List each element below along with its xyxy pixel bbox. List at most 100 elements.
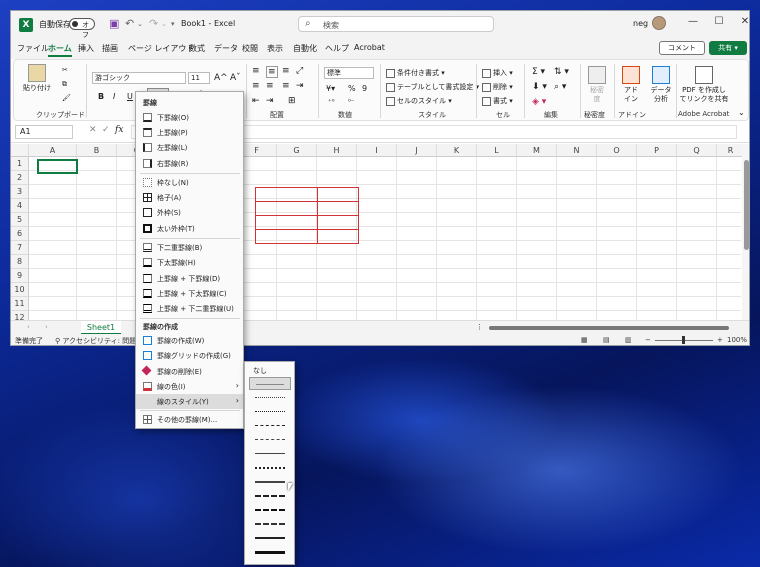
row-header[interactable]: 11 [11, 297, 29, 311]
menu-item-top-thick-bottom-border[interactable]: 上罫線 + 下太罫線(C) [136, 286, 243, 301]
align-right-icon[interactable]: ≡ [282, 81, 290, 91]
line-style-dash-dot[interactable] [249, 419, 291, 432]
menu-item-left-border[interactable]: 左罫線(L) [136, 140, 243, 155]
sort-filter-icon[interactable]: ⇅ ▾ [554, 67, 569, 77]
increase-indent-icon[interactable]: ⇥ [266, 96, 274, 106]
delete-cells-button[interactable]: 削除 ▾ [482, 82, 513, 92]
increase-decimal-icon[interactable]: ⁺⁰ [328, 98, 335, 106]
align-center-icon[interactable]: ≡ [266, 81, 274, 91]
redo-icon[interactable]: ↷ [149, 17, 158, 30]
font-name-select[interactable]: 游ゴシック [92, 72, 186, 84]
orientation-icon[interactable]: ⤢ [296, 66, 303, 76]
scroll-thumb[interactable] [489, 326, 729, 330]
line-style-thin[interactable] [249, 447, 291, 460]
name-box[interactable]: A1 [15, 125, 73, 139]
autosum-icon[interactable]: Σ ▾ [532, 67, 545, 77]
column-header[interactable]: L [477, 144, 517, 157]
align-left-icon[interactable]: ≡ [252, 81, 260, 91]
line-style-none[interactable]: なし [253, 366, 267, 376]
comment-button[interactable]: コメント [659, 41, 705, 55]
tab-acrobat[interactable]: Acrobat [354, 43, 385, 52]
menu-item-more-borders[interactable]: その他の罫線(M)... [136, 412, 243, 427]
line-style-medium-dashed[interactable] [249, 503, 291, 516]
clear-icon[interactable]: ◈ ▾ [532, 97, 546, 107]
tab-view[interactable]: 表示 [267, 43, 283, 54]
enter-icon[interactable]: ✓ [102, 125, 110, 135]
menu-item-line-style[interactable]: 線のスタイル(Y) › [136, 394, 243, 409]
minimize-icon[interactable]: — [683, 16, 703, 27]
tab-review[interactable]: 校閲 [242, 43, 258, 54]
row-header[interactable]: 8 [11, 255, 29, 269]
row-header[interactable]: 2 [11, 171, 29, 185]
menu-item-outside-borders[interactable]: 外枠(S) [136, 205, 243, 220]
decrease-decimal-icon[interactable]: ⁰⁻ [348, 98, 355, 106]
tab-formulas[interactable]: 数式 [189, 43, 205, 54]
row-header[interactable]: 3 [11, 185, 29, 199]
menu-item-erase-border[interactable]: 罫線の削除(E) [136, 364, 243, 379]
prev-sheet-icon[interactable]: ‹ [27, 323, 30, 331]
horizontal-scrollbar[interactable] [481, 324, 743, 332]
close-icon[interactable]: ✕ [735, 16, 749, 27]
menu-item-thick-bottom-border[interactable]: 下太罫線(H) [136, 255, 243, 270]
grow-font-button[interactable]: A^ [214, 73, 228, 83]
format-cells-button[interactable]: 書式 ▾ [482, 96, 513, 106]
customize-icon[interactable]: ▾ [171, 20, 175, 28]
percent-button[interactable]: % [348, 84, 356, 93]
line-style-double[interactable] [249, 545, 291, 558]
font-size-select[interactable]: 11 [188, 72, 210, 84]
cut-icon[interactable]: ✂ [62, 66, 68, 74]
row-header[interactable]: 9 [11, 269, 29, 283]
create-pdf-button[interactable]: PDF を作成し てリンクを共有 [678, 66, 730, 104]
line-style-thick[interactable] [249, 531, 291, 544]
tab-automate[interactable]: 自動化 [293, 43, 317, 54]
menu-item-right-border[interactable]: 右罫線(R) [136, 156, 243, 171]
maximize-icon[interactable]: ☐ [709, 16, 729, 27]
tab-draw[interactable]: 描画 [102, 43, 118, 54]
menu-item-bottom-double-border[interactable]: 下二重罫線(B) [136, 240, 243, 255]
row-header[interactable]: 4 [11, 199, 29, 213]
menu-item-thick-outside-borders[interactable]: 太い外枠(T) [136, 221, 243, 236]
next-sheet-icon[interactable]: › [45, 323, 48, 331]
merge-center-icon[interactable]: ⊞ [288, 96, 296, 106]
insert-cells-button[interactable]: 挿入 ▾ [482, 68, 513, 78]
menu-item-top-double-bottom-border[interactable]: 上罫線 + 下二重罫線(U) [136, 301, 243, 316]
line-style-medium-dash-dot[interactable] [249, 489, 291, 502]
format-as-table-button[interactable]: テーブルとして書式設定 ▾ [386, 82, 479, 92]
zoom-out-button[interactable]: − [645, 336, 651, 344]
wrap-text-icon[interactable]: ⇥ [296, 81, 304, 91]
row-header[interactable]: 5 [11, 213, 29, 227]
tab-data[interactable]: データ [214, 43, 238, 54]
line-style-medium-dash-dot-dot[interactable] [249, 461, 291, 474]
column-header[interactable]: M [517, 144, 557, 157]
column-header[interactable]: N [557, 144, 597, 157]
align-bottom-icon[interactable]: ≡ [282, 66, 290, 76]
menu-item-bottom-border[interactable]: 下罫線(O) [136, 110, 243, 125]
column-header[interactable]: A [29, 144, 77, 157]
avatar[interactable] [652, 16, 666, 30]
column-header[interactable]: G [277, 144, 317, 157]
share-button[interactable]: 共有 ▾ [709, 41, 747, 55]
column-header[interactable]: K [437, 144, 477, 157]
collapse-ribbon-icon[interactable]: ⌄ [738, 108, 745, 117]
undo-dropdown-icon[interactable]: ⌄ [137, 20, 143, 28]
save-icon[interactable]: ▣ [109, 17, 119, 30]
insert-function-icon[interactable]: fx [115, 125, 123, 135]
zoom-slider-handle[interactable] [682, 336, 685, 344]
menu-item-top-border[interactable]: 上罫線(P) [136, 125, 243, 140]
column-header[interactable]: P [637, 144, 677, 157]
search-input[interactable]: ⌕ 検索 [298, 16, 494, 32]
menu-item-all-borders[interactable]: 格子(A) [136, 190, 243, 205]
row-header[interactable]: 1 [11, 157, 29, 171]
conditional-formatting-button[interactable]: 条件付き書式 ▾ [386, 68, 445, 78]
align-top-icon[interactable]: ≡ [252, 66, 260, 76]
line-style-slanted-dash-dot[interactable] [249, 475, 291, 488]
column-header[interactable]: I [357, 144, 397, 157]
find-select-icon[interactable]: ⌕ ▾ [554, 82, 566, 92]
addins-button[interactable]: アド イン [618, 66, 644, 104]
redo-dropdown-icon[interactable]: ⌄ [161, 20, 167, 28]
menu-item-draw-border[interactable]: 罫線の作成(W) [136, 333, 243, 348]
page-break-view-icon[interactable]: ▥ [625, 336, 632, 344]
underline-button[interactable]: U [127, 92, 133, 101]
sheet-tab[interactable]: Sheet1 [81, 321, 121, 335]
menu-item-draw-border-grid[interactable]: 罫線グリッドの作成(G) [136, 348, 243, 363]
